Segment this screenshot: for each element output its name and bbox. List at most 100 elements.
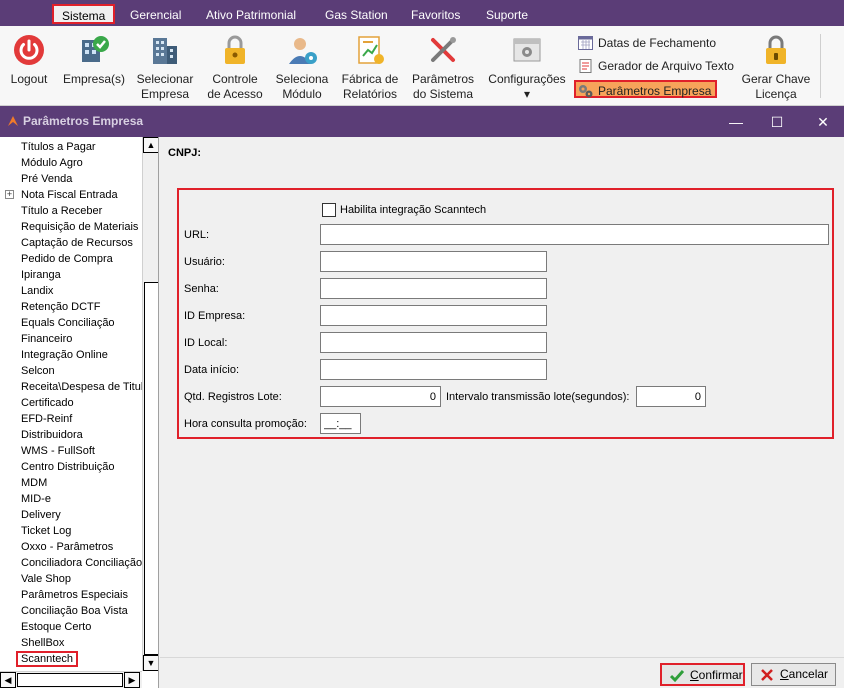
- building-icon: [153, 38, 177, 64]
- senha-input[interactable]: [320, 278, 547, 299]
- tree-item[interactable]: Distribuidora: [0, 427, 142, 443]
- tree-item[interactable]: Vale Shop: [0, 571, 142, 587]
- menu-ativo-patrimonial[interactable]: Ativo Patrimonial: [206, 5, 296, 25]
- menu-suporte[interactable]: Suporte: [486, 5, 528, 25]
- id-empresa-input[interactable]: [320, 305, 547, 326]
- scroll-down-arrow[interactable]: ▼: [143, 655, 158, 671]
- tree-item[interactable]: MID-e: [0, 491, 142, 507]
- cancelar-button[interactable]: Cancelar: [751, 663, 836, 686]
- tree-item-selected[interactable]: Scanntech: [0, 651, 142, 667]
- id-local-input[interactable]: [320, 332, 547, 353]
- minimize-button[interactable]: —: [726, 112, 746, 132]
- datas-fechamento-button[interactable]: Datas de Fechamento: [576, 34, 716, 52]
- tree-item[interactable]: EFD-Reinf: [0, 411, 142, 427]
- tree-item[interactable]: Títulos a Pagar: [0, 139, 142, 155]
- tree-item[interactable]: Título a Receber: [0, 203, 142, 219]
- window-title: Parâmetros Empresa: [23, 114, 144, 128]
- parametros-sistema-button[interactable]: Parâmetros do Sistema: [410, 26, 476, 106]
- tree-horizontal-scrollbar[interactable]: ◀ ▶: [0, 671, 142, 688]
- tree-item[interactable]: MDM: [0, 475, 142, 491]
- tree-item[interactable]: Receita\Despesa de Titulo: [0, 379, 142, 395]
- parametros-empresa-button[interactable]: Parâmetros Empresa: [574, 80, 718, 98]
- tree-item-label: Títulos a Pagar: [21, 141, 96, 153]
- scroll-left-arrow[interactable]: ◀: [0, 672, 16, 688]
- tree-list: Títulos a Pagar Módulo Agro Pré Venda + Nota…: [0, 139, 142, 667]
- confirmar-button[interactable]: Confirmar: [660, 663, 745, 686]
- tree-item[interactable]: Delivery: [0, 507, 142, 523]
- selecionar-empresa-button[interactable]: Selecionar Empresa: [133, 26, 197, 106]
- maximize-button[interactable]: ☐: [767, 112, 787, 132]
- tree-item[interactable]: Pedido de Compra: [0, 251, 142, 267]
- config-window-icon: [513, 38, 541, 62]
- tree-item[interactable]: Selcon: [0, 363, 142, 379]
- tree-item[interactable]: Financeiro: [0, 331, 142, 347]
- tree-item[interactable]: Ipiranga: [0, 267, 142, 283]
- gerador-arquivo-button[interactable]: Gerador de Arquivo Texto: [576, 57, 734, 75]
- usuario-input[interactable]: [320, 251, 547, 272]
- intervalo-transmissao-label: Intervalo transmissão lote(segundos):: [446, 391, 630, 403]
- configuracoes-button[interactable]: Configurações ▾: [486, 26, 568, 106]
- habilita-integracao-checkbox[interactable]: [322, 203, 336, 217]
- scroll-thumb[interactable]: [144, 282, 158, 655]
- empresas-button[interactable]: Empresa(s): [62, 26, 126, 106]
- menu-sistema[interactable]: Sistema: [52, 4, 116, 24]
- controle-acesso-label: Controle de Acesso: [207, 72, 263, 101]
- tree-item-label: Conciliadora Conciliação: [21, 557, 142, 569]
- tree-item-label: Pré Venda: [21, 173, 73, 185]
- tree-item-label: Pedido de Compra: [21, 253, 113, 265]
- hora-consulta-label: Hora consulta promoção:: [184, 418, 307, 430]
- scroll-up-arrow[interactable]: ▲: [143, 137, 158, 153]
- tree-item[interactable]: Pré Venda: [0, 171, 142, 187]
- tree-item[interactable]: Integração Online: [0, 347, 142, 363]
- menu-gas-station[interactable]: Gas Station: [325, 5, 388, 25]
- close-button[interactable]: ✕: [813, 112, 833, 132]
- tree-item[interactable]: Equals Conciliação: [0, 315, 142, 331]
- tree-item[interactable]: WMS - FullSoft: [0, 443, 142, 459]
- tree-item[interactable]: Captação de Recursos: [0, 235, 142, 251]
- calendar-icon: [578, 36, 593, 50]
- seleciona-modulo-label: Seleciona Módulo: [275, 72, 329, 101]
- logout-label: Logout: [10, 72, 48, 86]
- tree-item-label: WMS - FullSoft: [21, 445, 95, 457]
- tree-item[interactable]: Landix: [0, 283, 142, 299]
- tree-item[interactable]: Estoque Certo: [0, 619, 142, 635]
- url-input[interactable]: [320, 224, 829, 245]
- menu-gerencial[interactable]: Gerencial: [130, 5, 181, 25]
- tree-item-label: MID-e: [21, 493, 51, 505]
- tree-item-label: Scanntech: [16, 651, 78, 667]
- power-icon: [14, 35, 44, 65]
- seleciona-modulo-button[interactable]: Seleciona Módulo: [272, 26, 332, 106]
- tree-item[interactable]: + Nota Fiscal Entrada: [0, 187, 142, 203]
- tree-item[interactable]: ShellBox: [0, 635, 142, 651]
- fabrica-relatorios-button[interactable]: Fábrica de Relatórios: [339, 26, 401, 106]
- tree-item[interactable]: Parâmetros Especiais: [0, 587, 142, 603]
- habilita-integracao-label: Habilita integração Scanntech: [340, 204, 487, 216]
- gerar-chave-licenca-button[interactable]: Gerar Chave Licença: [738, 26, 814, 106]
- tree-item-label: Delivery: [21, 509, 61, 521]
- tree-item[interactable]: Conciliação Boa Vista: [0, 603, 142, 619]
- data-inicio-input[interactable]: [320, 359, 547, 380]
- hscroll-thumb[interactable]: [17, 673, 123, 687]
- tree-item[interactable]: Oxxo - Parâmetros: [0, 539, 142, 555]
- window-title-bar: Parâmetros Empresa — ☐ ✕: [0, 106, 844, 137]
- tree-item-label: Retenção DCTF: [21, 301, 101, 313]
- cnpj-label: CNPJ:: [168, 147, 202, 159]
- tree-item[interactable]: Centro Distribuição: [0, 459, 142, 475]
- tree-item[interactable]: Conciliadora Conciliação: [0, 555, 142, 571]
- controle-acesso-button[interactable]: Controle de Acesso: [204, 26, 266, 106]
- tree-item[interactable]: Requisição de Materiais: [0, 219, 142, 235]
- tree-item[interactable]: Ticket Log: [0, 523, 142, 539]
- intervalo-transmissao-input[interactable]: [636, 386, 706, 407]
- tree-item[interactable]: Certificado: [0, 395, 142, 411]
- expand-plus-icon[interactable]: +: [5, 190, 14, 199]
- license-lock-icon: [766, 35, 786, 64]
- tree-vertical-scrollbar[interactable]: ▲ ▼: [142, 137, 158, 671]
- tree-item[interactable]: Módulo Agro: [0, 155, 142, 171]
- logout-button[interactable]: Logout: [4, 26, 54, 106]
- qtd-registros-input[interactable]: [320, 386, 441, 407]
- scroll-right-arrow[interactable]: ▶: [124, 672, 140, 688]
- menu-favoritos[interactable]: Favoritos: [411, 5, 460, 25]
- hora-consulta-input[interactable]: [320, 413, 361, 434]
- checkmark-icon: [670, 670, 684, 683]
- tree-item[interactable]: Retenção DCTF: [0, 299, 142, 315]
